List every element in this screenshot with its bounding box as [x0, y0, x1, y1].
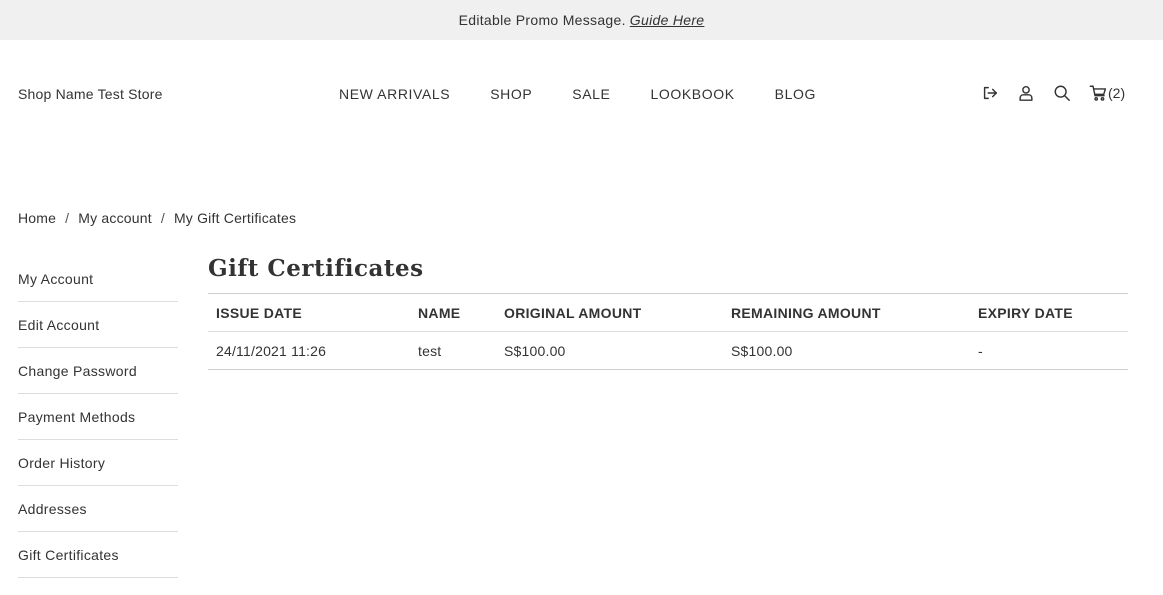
- promo-guide-link[interactable]: Guide Here: [630, 12, 705, 28]
- cart-count[interactable]: (2): [1108, 85, 1125, 101]
- col-expiry-date: EXPIRY DATE: [970, 293, 1128, 332]
- breadcrumb-my-account[interactable]: My account: [78, 210, 152, 226]
- account-sidebar: My Account Edit Account Change Password …: [18, 256, 178, 578]
- nav-blog[interactable]: BLOG: [775, 86, 816, 102]
- logout-icon[interactable]: [980, 83, 1000, 103]
- sidebar-item-edit-account[interactable]: Edit Account: [18, 302, 178, 348]
- page-title: Gift Certificates: [208, 255, 424, 282]
- col-name: NAME: [410, 293, 496, 332]
- col-remaining-amount: REMAINING AMOUNT: [723, 293, 970, 332]
- table-row: 24/11/2021 11:26 test S$100.00 S$100.00 …: [208, 331, 1128, 370]
- main-content: Gift Certificates ISSUE DATE NAME ORIGIN…: [208, 255, 1128, 370]
- gift-certificates-table: ISSUE DATE NAME ORIGINAL AMOUNT REMAININ…: [208, 293, 1128, 370]
- cell-name: test: [410, 331, 496, 370]
- user-icon[interactable]: [1016, 83, 1036, 103]
- nav-shop[interactable]: SHOP: [490, 86, 532, 102]
- sidebar-item-payment-methods[interactable]: Payment Methods: [18, 394, 178, 440]
- sidebar-item-order-history[interactable]: Order History: [18, 440, 178, 486]
- sidebar-item-addresses[interactable]: Addresses: [18, 486, 178, 532]
- table-header-row: ISSUE DATE NAME ORIGINAL AMOUNT REMAININ…: [208, 293, 1128, 332]
- cell-remaining-amount: S$100.00: [723, 331, 970, 370]
- cell-expiry-date: -: [970, 331, 1128, 370]
- search-icon[interactable]: [1052, 83, 1072, 103]
- breadcrumb-separator: /: [65, 210, 70, 226]
- sidebar-item-my-account[interactable]: My Account: [18, 256, 178, 302]
- promo-bar: Editable Promo Message. Guide Here: [0, 0, 1163, 40]
- header-icons: (2): [980, 83, 1125, 103]
- breadcrumb-separator: /: [160, 210, 165, 226]
- sidebar-item-gift-certificates[interactable]: Gift Certificates: [18, 532, 178, 578]
- main-nav: NEW ARRIVALS SHOP SALE LOOKBOOK BLOG: [339, 86, 816, 102]
- breadcrumb-current: My Gift Certificates: [173, 210, 297, 226]
- shop-name[interactable]: Shop Name Test Store: [18, 86, 163, 102]
- cart-icon[interactable]: [1088, 83, 1108, 103]
- nav-sale[interactable]: SALE: [572, 86, 610, 102]
- cell-original-amount: S$100.00: [496, 331, 723, 370]
- col-original-amount: ORIGINAL AMOUNT: [496, 293, 723, 332]
- nav-lookbook[interactable]: LOOKBOOK: [650, 86, 734, 102]
- promo-message: Editable Promo Message.: [458, 12, 626, 28]
- sidebar-item-change-password[interactable]: Change Password: [18, 348, 178, 394]
- breadcrumb-home[interactable]: Home: [18, 210, 56, 226]
- nav-new-arrivals[interactable]: NEW ARRIVALS: [339, 86, 450, 102]
- cell-issue-date: 24/11/2021 11:26: [208, 331, 410, 370]
- col-issue-date: ISSUE DATE: [208, 293, 410, 332]
- breadcrumb: Home / My account / My Gift Certificates: [18, 210, 296, 226]
